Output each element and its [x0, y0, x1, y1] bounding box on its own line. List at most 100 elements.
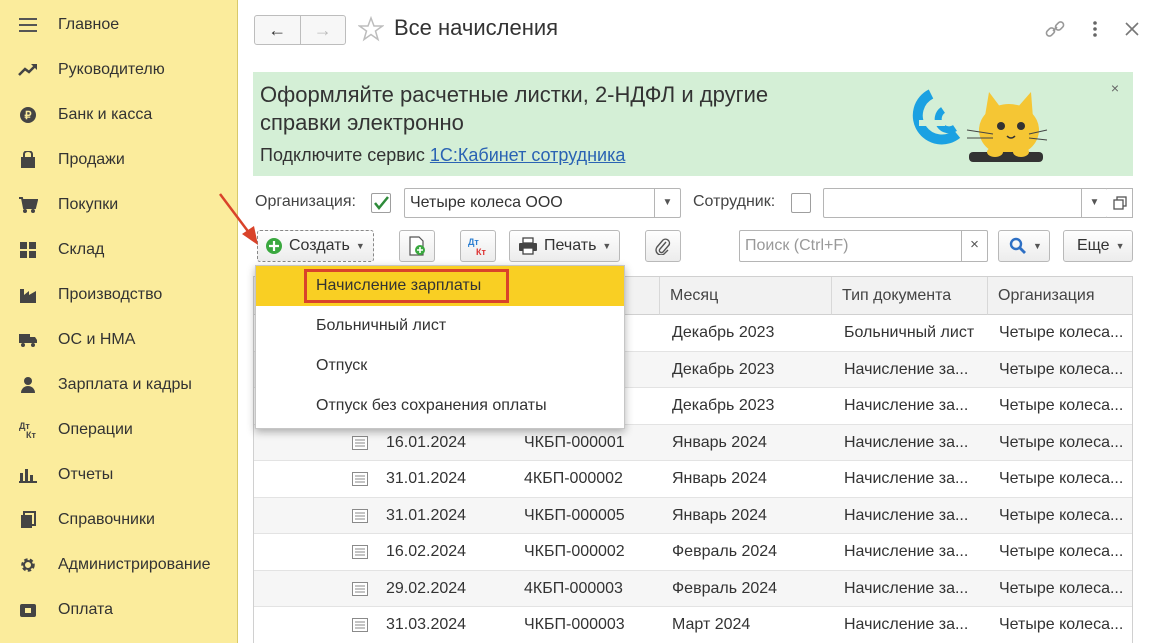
bar-chart-icon — [18, 465, 38, 485]
create-dropdown-menu: Начисление зарплаты Больничный лист Отпу… — [255, 265, 625, 429]
chevron-down-icon: ▼ — [1089, 197, 1100, 208]
table-row[interactable]: 31.03.2024 ЧКБП-000003 Март 2024 Начисление… — [254, 607, 1132, 643]
table-row[interactable]: 16.02.2024 ЧКБП-000002 Февраль 2024 Начисле… — [254, 534, 1132, 571]
svg-text:Кт: Кт — [476, 247, 486, 257]
cell-number: 4КБП-000003 — [524, 579, 623, 597]
sidebar-item-salary[interactable]: Зарплата и кадры — [0, 365, 238, 405]
cell-month: Январь 2024 — [672, 506, 767, 524]
svg-text:Дт: Дт — [468, 237, 479, 247]
back-button[interactable]: ← — [255, 16, 300, 44]
sidebar-item-label: Банк и касса — [58, 106, 153, 123]
banner-close-button[interactable]: × — [1111, 80, 1119, 96]
chevron-down-icon: ▼ — [1033, 241, 1042, 251]
cell-month: Март 2024 — [672, 616, 751, 633]
sidebar-item-reports[interactable]: Отчеты — [0, 455, 238, 495]
column-header-organization[interactable]: Организация — [988, 277, 1132, 315]
chevron-down-icon: ▼ — [355, 241, 365, 251]
cell-month: Январь 2024 — [672, 470, 767, 487]
copy-button[interactable] — [399, 230, 435, 262]
document-add-icon — [409, 236, 425, 256]
svg-text:₽: ₽ — [25, 110, 32, 122]
cell-number: 4КБП-000002 — [524, 470, 623, 487]
sidebar-item-payment[interactable]: Оплата — [0, 590, 238, 630]
sidebar-item-warehouse[interactable]: Склад — [0, 230, 238, 270]
sidebar-item-admin[interactable]: Администрирование — [0, 545, 238, 585]
sidebar-item-purchases[interactable]: Покупки — [0, 185, 238, 225]
document-icon — [352, 508, 368, 523]
sidebar-item-sales[interactable]: Продажи — [0, 140, 238, 180]
column-header-doc-type[interactable]: Тип документа — [832, 277, 988, 315]
search-button[interactable]: ▼ — [998, 230, 1050, 262]
cell-doc-type: Начисление за... — [844, 579, 969, 597]
employee-field[interactable]: ▼ — [823, 188, 1108, 218]
sidebar-item-label: Оплата — [58, 601, 114, 618]
sidebar-item-assets[interactable]: ОС и НМА — [0, 320, 238, 360]
cell-month: Декабрь 2023 — [672, 397, 775, 414]
dt-kt-icon: Дт Кт — [468, 237, 486, 257]
organization-dropdown-button[interactable]: ▼ — [654, 188, 680, 218]
organization-checkbox[interactable] — [371, 193, 391, 213]
dt-kt-button[interactable]: Дт Кт — [460, 230, 496, 262]
svg-text:Кт: Кт — [26, 430, 36, 440]
sidebar-item-label: Справочники — [58, 511, 155, 528]
favorite-star-icon[interactable] — [358, 16, 384, 42]
sidebar-item-production[interactable]: Производство — [0, 275, 238, 315]
trend-icon — [18, 60, 38, 80]
table-row[interactable]: 29.02.2024 4КБП-000003 Февраль 2024 Начисле… — [254, 570, 1132, 607]
cell-date: 29.02.2024 — [386, 579, 467, 597]
factory-icon — [18, 285, 38, 305]
attach-button[interactable] — [645, 230, 681, 262]
forward-button[interactable]: → — [299, 16, 346, 44]
checkmark-icon — [374, 196, 389, 210]
chevron-down-icon: ▼ — [602, 241, 612, 251]
print-button[interactable]: Печать ▼ — [509, 230, 620, 262]
link-icon[interactable] — [1043, 17, 1067, 41]
sidebar-item-bank[interactable]: ₽ Банк и касса — [0, 95, 238, 135]
create-button[interactable]: Создать ▼ — [257, 230, 374, 262]
menu-item-unpaid-leave[interactable]: Отпуск без сохранения оплаты — [256, 386, 624, 426]
dt-kt-icon: Дт Кт — [18, 420, 38, 440]
coin-icon: ₽ — [18, 105, 38, 125]
paperclip-icon — [655, 238, 671, 255]
document-icon — [352, 545, 368, 559]
sidebar-item-label: Покупки — [58, 196, 119, 213]
banner-headline: Оформляйте расчетные листки, 2-НДФЛ и др… — [260, 82, 769, 135]
cell-month: Февраль 2024 — [672, 543, 778, 560]
column-header-month[interactable]: Месяц — [660, 277, 832, 315]
open-employee-button[interactable] — [1107, 188, 1133, 218]
cell-number: ЧКБП-000001 — [524, 433, 625, 451]
sidebar-item-operations[interactable]: Дт Кт Операции — [0, 410, 238, 450]
sidebar-item-catalogs[interactable]: Справочники — [0, 500, 238, 540]
menu-item-vacation[interactable]: Отпуск — [256, 346, 624, 386]
person-icon — [18, 375, 38, 395]
chevron-down-icon: ▼ — [1115, 241, 1125, 251]
more-button[interactable]: Еще ▼ — [1063, 230, 1133, 262]
table-row[interactable]: 31.01.2024 4КБП-000002 Январь 2024 Начислен… — [254, 461, 1132, 498]
cell-organization: Четыре колеса... — [999, 506, 1124, 524]
document-icon — [352, 581, 368, 596]
employee-dropdown-button[interactable]: ▼ — [1081, 188, 1107, 218]
cat-logo-illustration — [912, 89, 1048, 162]
sidebar-item-manager[interactable]: Руководителю — [0, 50, 238, 90]
print-label: Печать — [544, 237, 597, 254]
sidebar-item-main[interactable]: Главное — [0, 5, 238, 45]
organization-field[interactable]: Четыре колеса ООО ▼ — [404, 188, 681, 218]
table-row[interactable]: 31.01.2024 ЧКБП-000005 Январь 2024 Начислен… — [254, 497, 1132, 534]
employee-checkbox[interactable] — [791, 193, 811, 213]
promo-banner: Оформляйте расчетные листки, 2-НДФЛ и др… — [253, 72, 1133, 176]
cell-number: ЧКБП-000003 — [524, 616, 625, 633]
search-clear-button[interactable]: × — [961, 230, 987, 262]
cell-doc-type: Начисление за... — [844, 470, 969, 487]
close-icon[interactable] — [1120, 17, 1144, 41]
menu-item-sick-leave[interactable]: Больничный лист — [256, 306, 624, 346]
chevron-down-icon: ▼ — [662, 197, 673, 208]
banner-link[interactable]: 1С:Кабинет сотрудника — [430, 145, 626, 165]
highlight-frame — [304, 269, 509, 303]
sidebar-item-label: Склад — [58, 241, 105, 258]
sidebar-item-label: Руководителю — [58, 61, 165, 78]
cell-organization: Четыре колеса... — [999, 470, 1124, 487]
search-input[interactable]: Поиск (Ctrl+F) × — [739, 230, 988, 262]
more-vertical-icon[interactable] — [1083, 17, 1107, 41]
cell-number: ЧКБП-000002 — [524, 543, 625, 560]
table-row[interactable]: 16.01.2024 ЧКБП-000001 Январь 2024 Начислен… — [254, 424, 1132, 461]
